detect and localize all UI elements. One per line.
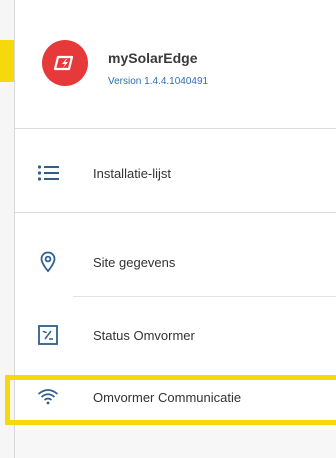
lightning-bolt-icon xyxy=(53,55,74,71)
drawer-footer-area xyxy=(15,430,336,458)
screen: mySolarEdge Version 1.4.4.1040491 Instal… xyxy=(0,0,336,458)
nav-label: Site gegevens xyxy=(93,254,176,270)
highlight-marker xyxy=(0,40,14,82)
app-name: mySolarEdge xyxy=(108,50,198,66)
divider xyxy=(73,296,336,297)
nav-label: Installatie-lijst xyxy=(93,165,172,181)
drawer-header: mySolarEdge Version 1.4.4.1040491 xyxy=(15,0,336,128)
nav-label: Status Omvormer xyxy=(93,327,195,343)
divider xyxy=(15,212,336,213)
navigation-drawer: mySolarEdge Version 1.4.4.1040491 Instal… xyxy=(14,0,336,458)
location-pin-icon xyxy=(35,249,61,275)
nav-item-status-omvormer[interactable]: Status Omvormer xyxy=(15,304,336,366)
list-icon xyxy=(35,160,61,186)
nav-item-site-gegevens[interactable]: Site gegevens xyxy=(15,231,336,293)
nav-item-installatie-lijst[interactable]: Installatie-lijst xyxy=(15,142,336,204)
nav-item-omvormer-communicatie[interactable]: Omvormer Communicatie xyxy=(15,366,336,428)
divider xyxy=(15,128,336,129)
app-logo xyxy=(42,40,88,86)
wifi-icon xyxy=(35,384,61,410)
nav-label: Omvormer Communicatie xyxy=(93,389,242,405)
app-version: Version 1.4.4.1040491 xyxy=(108,76,209,87)
inverter-icon xyxy=(35,322,61,348)
